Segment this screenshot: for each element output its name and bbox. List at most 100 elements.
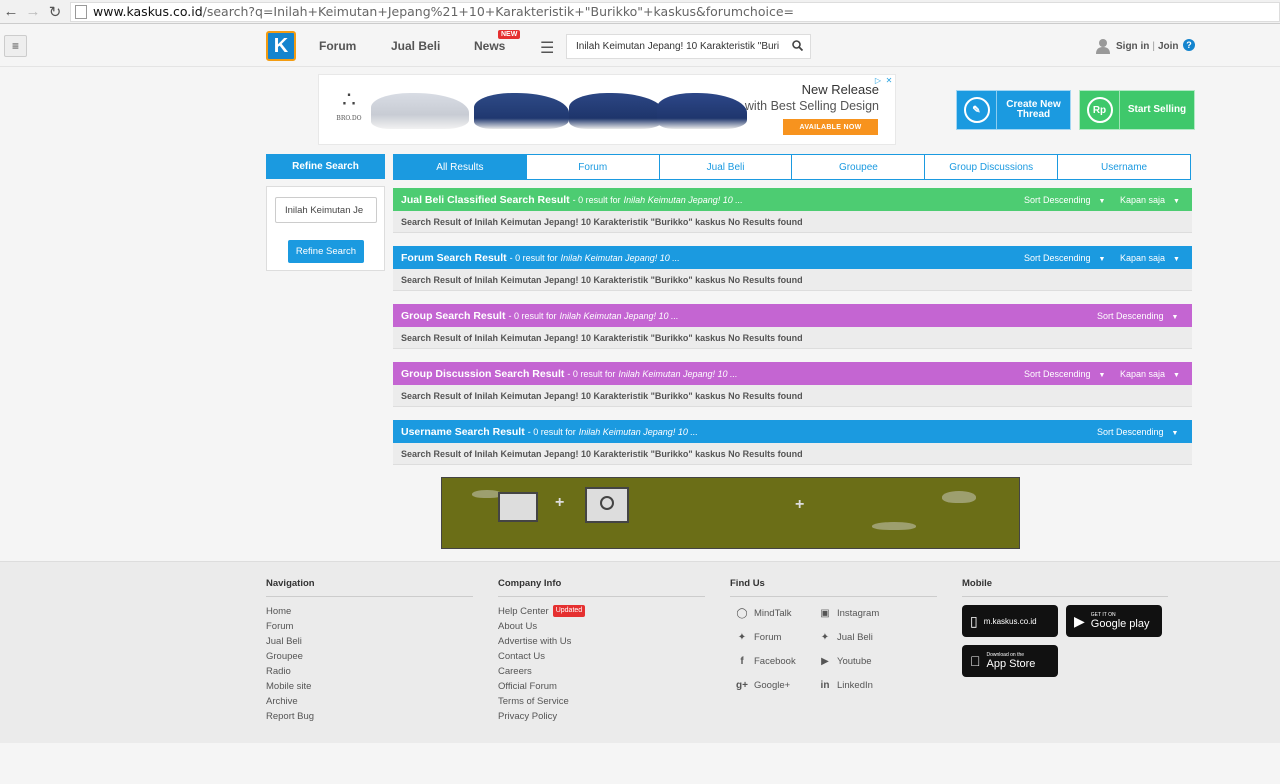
- shoe-image: [569, 93, 664, 129]
- refine-search-input[interactable]: [275, 197, 377, 223]
- join-link[interactable]: Join: [1158, 41, 1179, 52]
- time-filter-dropdown[interactable]: Kapan saja ▼: [1120, 369, 1180, 379]
- footer-link-careers[interactable]: Careers: [498, 665, 705, 680]
- section-title: Group Discussion Search Result: [401, 367, 565, 380]
- tab-username[interactable]: Username: [1057, 154, 1191, 180]
- section-body: Search Result of Inilah Keimutan Jepang!…: [393, 385, 1192, 407]
- ad-close-icon[interactable]: ✕: [884, 76, 894, 86]
- nav-jual-beli[interactable]: Jual Beli: [391, 39, 440, 53]
- tab-forum[interactable]: Forum: [525, 154, 660, 180]
- footer-link-contact-us[interactable]: Contact Us: [498, 650, 705, 665]
- social-twitter-forum[interactable]: ✦ Forum: [730, 629, 813, 645]
- nav-news[interactable]: News: [474, 39, 505, 53]
- signin-link[interactable]: Sign in: [1116, 41, 1149, 52]
- google-play-badge[interactable]: ▶ GET IT ON Google play: [1066, 605, 1162, 637]
- brodo-logo: ∴ BRO.DO: [336, 88, 362, 122]
- group-results: Group Search Result - 0 result for Inila…: [393, 304, 1192, 349]
- section-header: Group Discussion Search Result - 0 resul…: [393, 362, 1192, 385]
- start-selling-button[interactable]: Rp Start Selling: [1079, 90, 1195, 130]
- forward-arrow-icon[interactable]: →: [22, 1, 44, 23]
- signin-join: Sign in | Join: [1095, 38, 1179, 54]
- social-instagram[interactable]: ▣ Instagram: [813, 605, 923, 621]
- youtube-icon: ▶: [821, 655, 829, 667]
- plus-icon: +: [795, 496, 805, 513]
- address-bar[interactable]: www.kaskus.co.id/search?q=Inilah+Keimuta…: [70, 1, 1280, 22]
- search-icon[interactable]: [784, 39, 810, 54]
- footer-link-report-bug[interactable]: Report Bug: [266, 710, 473, 725]
- url-host: www.kaskus.co.id: [93, 4, 203, 19]
- header-search: [566, 34, 811, 59]
- tab-group-discussions[interactable]: Group Discussions: [924, 154, 1059, 180]
- group-discussion-results: Group Discussion Search Result - 0 resul…: [393, 362, 1192, 407]
- footer-heading: Company Info: [498, 578, 705, 597]
- tab-groupee[interactable]: Groupee: [791, 154, 926, 180]
- menu-icon[interactable]: ≡: [4, 35, 27, 57]
- social-google-plus[interactable]: g+ Google+: [730, 677, 813, 693]
- section-query: Inilah Keimutan Jepang! 10 ...: [618, 368, 738, 379]
- caret-down-icon: ▼: [1098, 256, 1106, 263]
- footer-link-forum[interactable]: Forum: [266, 620, 473, 635]
- banner-cta[interactable]: AVAILABLE NOW: [783, 119, 878, 135]
- time-filter-dropdown[interactable]: Kapan saja ▼: [1120, 195, 1180, 205]
- bottom-banner-ad[interactable]: + +: [441, 477, 1020, 549]
- section-query: Inilah Keimutan Jepang! 10 ...: [578, 426, 698, 437]
- ad-info-icon[interactable]: ▷: [873, 76, 883, 86]
- cloud-icon: [872, 522, 916, 530]
- footer-link-terms[interactable]: Terms of Service: [498, 695, 705, 710]
- signin-separator: |: [1152, 40, 1155, 52]
- sort-dropdown[interactable]: Sort Descending ▼: [1097, 311, 1178, 321]
- footer-link-jual-beli[interactable]: Jual Beli: [266, 635, 473, 650]
- tab-jual-beli[interactable]: Jual Beli: [658, 154, 793, 180]
- footer-link-privacy[interactable]: Privacy Policy: [498, 710, 705, 725]
- banner-ad[interactable]: ∴ BRO.DO New Release with Best Selling De…: [318, 74, 896, 145]
- nav-forum[interactable]: Forum: [319, 39, 356, 53]
- footer-link-archive[interactable]: Archive: [266, 695, 473, 710]
- caret-down-icon: ▼: [1173, 256, 1180, 263]
- footer-navigation: Navigation Home Forum Jual Beli Groupee …: [266, 578, 473, 725]
- social-youtube[interactable]: ▶ Youtube: [813, 653, 923, 669]
- footer-link-advertise[interactable]: Advertise with Us: [498, 635, 705, 650]
- sort-dropdown[interactable]: Sort Descending ▼: [1097, 427, 1178, 437]
- twitter-icon: ✦: [820, 631, 830, 643]
- social-linkedin[interactable]: in LinkedIn: [813, 677, 923, 693]
- mindtalk-icon: ◯: [736, 607, 748, 619]
- social-twitter-jual-beli[interactable]: ✦ Jual Beli: [813, 629, 923, 645]
- help-icon[interactable]: ?: [1183, 39, 1195, 51]
- categories-menu-icon[interactable]: ☰: [540, 38, 554, 58]
- footer-heading: Mobile: [962, 578, 1168, 597]
- section-title: Username Search Result: [401, 425, 525, 438]
- sort-dropdown[interactable]: Sort Descending ▼: [1024, 369, 1105, 379]
- footer-link-mobile-site[interactable]: Mobile site: [266, 680, 473, 695]
- footer-link-home[interactable]: Home: [266, 605, 473, 620]
- refine-search-button[interactable]: Refine Search: [288, 240, 364, 263]
- browser-toolbar: ← → ↻ www.kaskus.co.id/search?q=Inilah+K…: [0, 0, 1280, 24]
- cloud-icon: [942, 491, 976, 503]
- username-results: Username Search Result - 0 result for In…: [393, 420, 1192, 465]
- section-meta: - 0 result for: [527, 426, 576, 437]
- time-filter-dropdown[interactable]: Kapan saja ▼: [1120, 253, 1180, 263]
- social-facebook[interactable]: f Facebook: [730, 653, 813, 669]
- reload-icon[interactable]: ↻: [44, 1, 66, 23]
- new-badge: NEW: [498, 30, 521, 39]
- footer-link-official-forum[interactable]: Official Forum: [498, 680, 705, 695]
- footer-link-radio[interactable]: Radio: [266, 665, 473, 680]
- result-tabs: All Results Forum Jual Beli Groupee Grou…: [393, 154, 1191, 180]
- footer-link-help-center[interactable]: Help Center Updated: [498, 605, 705, 620]
- sort-dropdown[interactable]: Sort Descending ▼: [1024, 253, 1105, 263]
- mobile-site-badge[interactable]: ▯ m.kaskus.co.id: [962, 605, 1058, 637]
- back-arrow-icon[interactable]: ←: [0, 1, 22, 23]
- footer-find-us: Find Us ◯ MindTalk ▣ Instagram ✦ Forum ✦ Jua…: [730, 578, 937, 693]
- tab-all-results[interactable]: All Results: [393, 154, 527, 180]
- search-input[interactable]: [567, 41, 784, 52]
- shoe-image: [474, 93, 569, 129]
- footer-link-groupee[interactable]: Groupee: [266, 650, 473, 665]
- sort-dropdown[interactable]: Sort Descending ▼: [1024, 195, 1105, 205]
- plus-icon: +: [555, 494, 565, 511]
- section-header: Jual Beli Classified Search Result - 0 r…: [393, 188, 1192, 211]
- create-thread-button[interactable]: ✎ Create New Thread: [956, 90, 1071, 130]
- footer-link-about-us[interactable]: About Us: [498, 620, 705, 635]
- app-store-badge[interactable]: Download on theApp Store: [962, 645, 1058, 677]
- kaskus-logo[interactable]: K: [266, 31, 296, 61]
- social-mindtalk[interactable]: ◯ MindTalk: [730, 605, 813, 621]
- shoe-image: [657, 93, 747, 129]
